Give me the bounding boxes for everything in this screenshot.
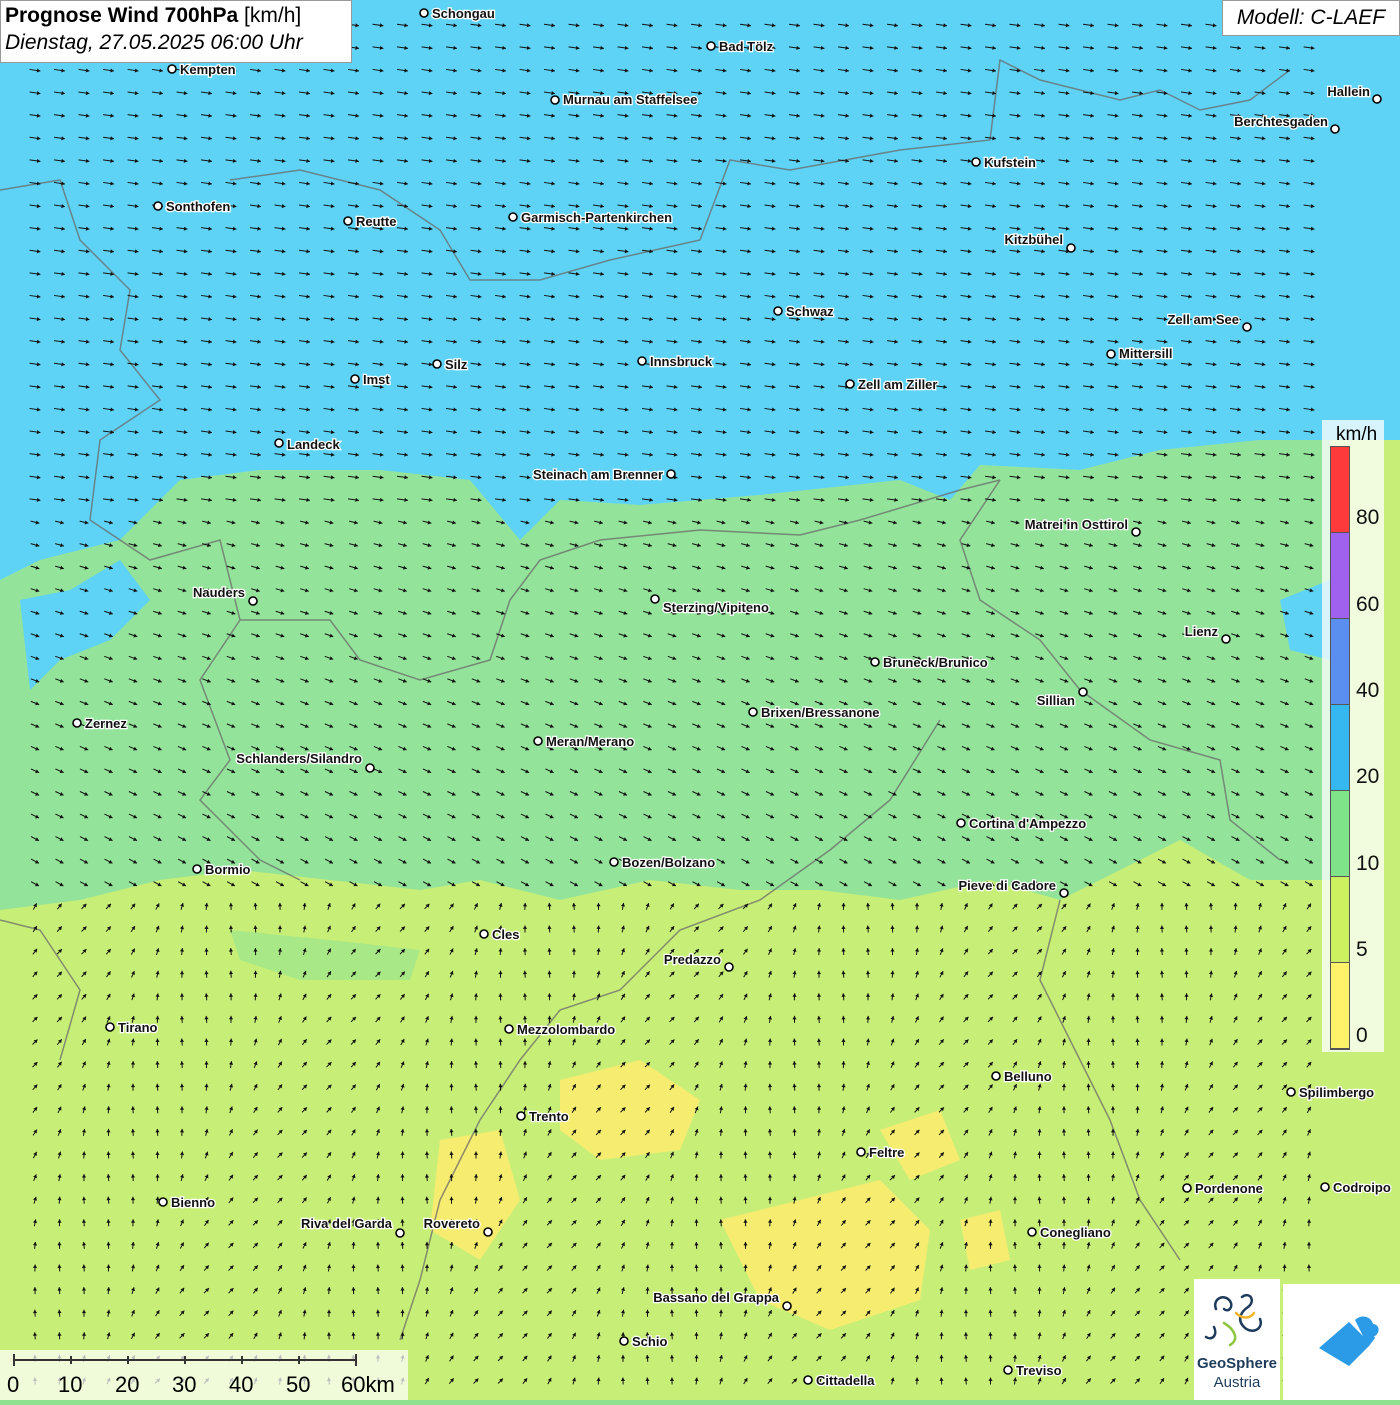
speed-zone-green xyxy=(0,440,1330,910)
wind-forecast-map: SchongauBad TölzKemptenMurnau am Staffel… xyxy=(0,0,1400,1400)
